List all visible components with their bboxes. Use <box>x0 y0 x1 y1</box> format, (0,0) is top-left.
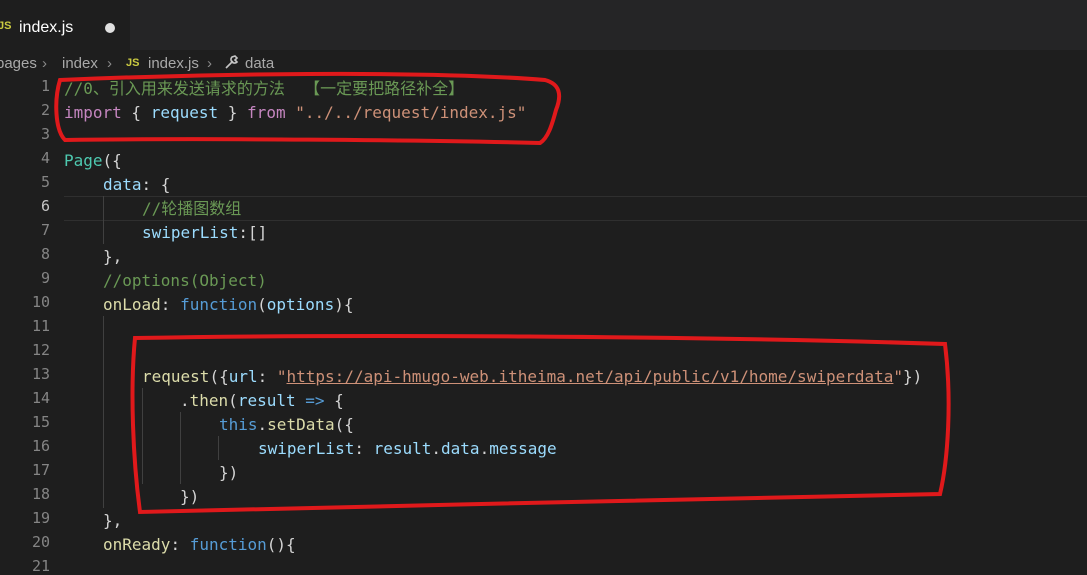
annotation-layer <box>54 71 951 515</box>
annotation-outline-import <box>54 71 562 146</box>
annotation-outline-request <box>130 334 951 515</box>
